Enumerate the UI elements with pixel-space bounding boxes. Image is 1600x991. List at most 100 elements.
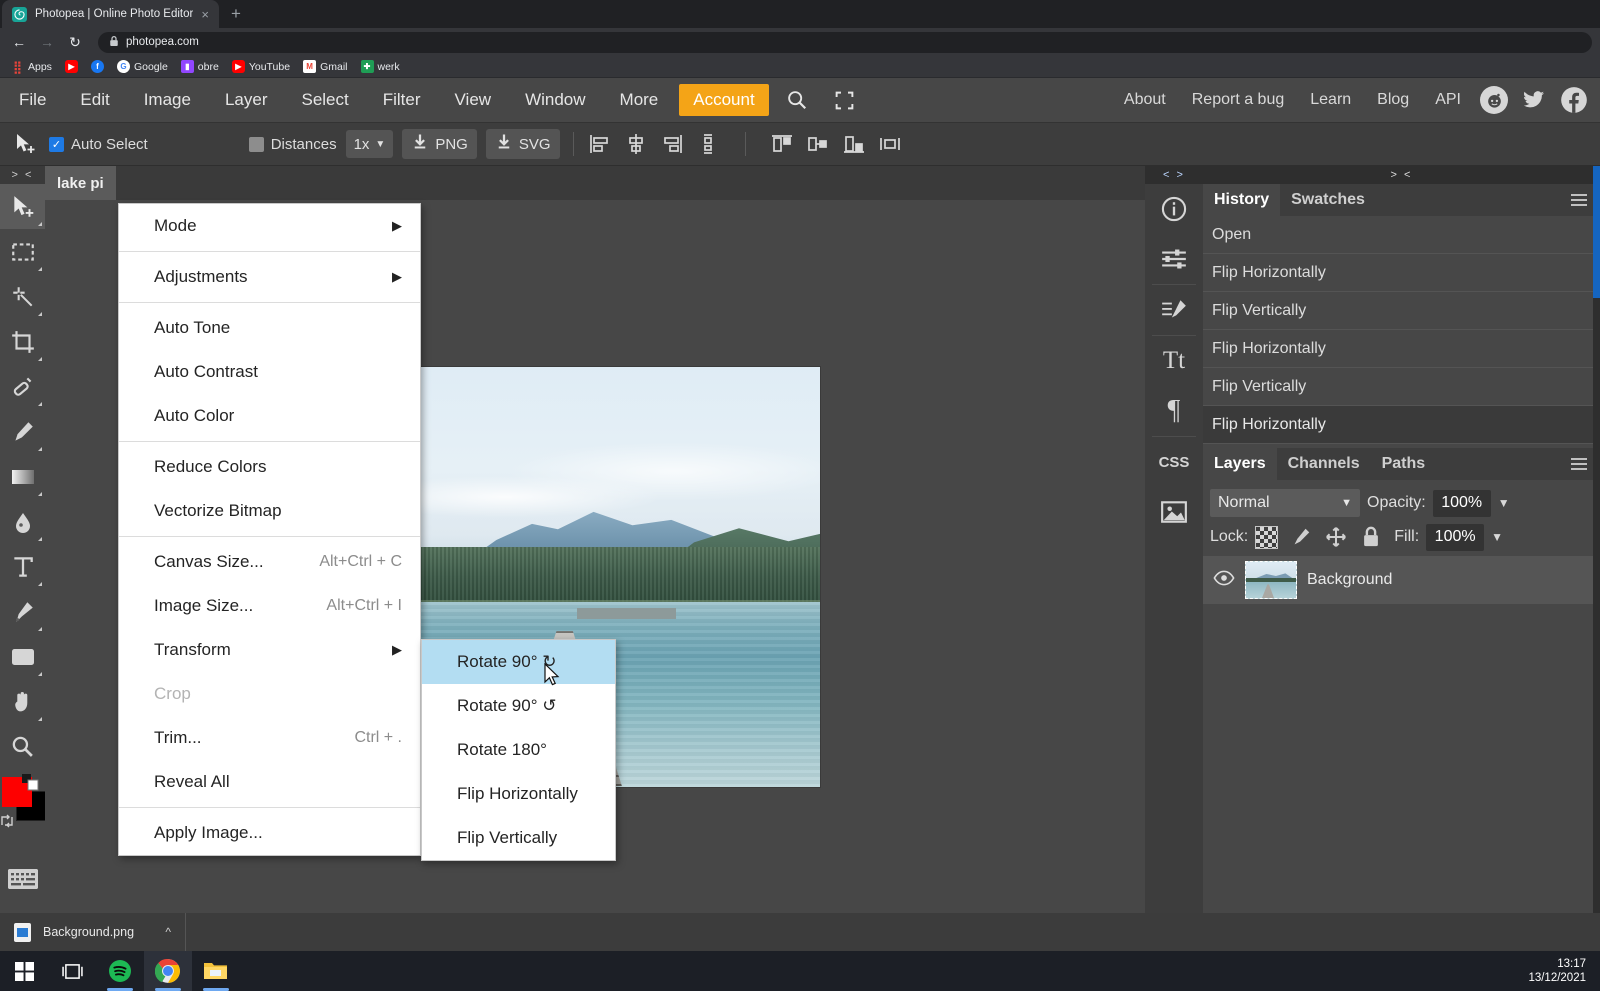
- tab-swatches[interactable]: Swatches: [1280, 184, 1376, 216]
- chevron-up-icon[interactable]: ^: [165, 925, 171, 939]
- opacity-dropdown-icon[interactable]: ▼: [1498, 496, 1510, 510]
- back-icon[interactable]: ←: [8, 31, 30, 53]
- address-bar[interactable]: photopea.com: [98, 32, 1592, 53]
- zoom-level-select[interactable]: 1x ▼: [346, 130, 394, 158]
- menu-filter[interactable]: Filter: [366, 78, 438, 122]
- menu-select[interactable]: Select: [284, 78, 365, 122]
- menu-about[interactable]: About: [1111, 78, 1179, 122]
- history-item[interactable]: Flip Vertically: [1203, 368, 1600, 406]
- twitter-icon[interactable]: [1520, 86, 1548, 114]
- keyboard-shortcuts-icon[interactable]: [8, 869, 38, 889]
- menu-edit[interactable]: Edit: [63, 78, 126, 122]
- tools-collapse-button[interactable]: > <: [0, 166, 45, 184]
- bookmark-gmail[interactable]: M Gmail: [298, 59, 352, 74]
- menu-item-mode[interactable]: Mode ▶: [119, 204, 420, 248]
- zoom-tool[interactable]: [0, 724, 45, 769]
- lock-all-icon[interactable]: [1358, 525, 1383, 550]
- new-tab-button[interactable]: +: [219, 0, 253, 28]
- menu-item-flip-vertically[interactable]: Flip Vertically: [422, 816, 615, 860]
- document-tab[interactable]: lake pi: [45, 166, 116, 200]
- tab-channels[interactable]: Channels: [1277, 448, 1371, 480]
- fullscreen-icon[interactable]: [821, 78, 868, 122]
- spotify-app[interactable]: [96, 951, 144, 991]
- lock-move-icon[interactable]: [1323, 525, 1348, 550]
- bookmark-werk[interactable]: ✚ werk: [356, 59, 405, 74]
- file-explorer-app[interactable]: [192, 951, 240, 991]
- menu-item-apply-image[interactable]: Apply Image...: [119, 811, 420, 855]
- menu-item-auto-color[interactable]: Auto Color: [119, 394, 420, 438]
- pen-tool[interactable]: [0, 589, 45, 634]
- facebook-icon[interactable]: [1560, 86, 1588, 114]
- bookmark-youtube-2[interactable]: ▶ YouTube: [227, 59, 295, 74]
- align-middle-v-icon[interactable]: [695, 131, 722, 158]
- task-view-button[interactable]: [48, 951, 96, 991]
- tab-history[interactable]: History: [1203, 184, 1280, 216]
- forward-icon[interactable]: →: [36, 31, 58, 53]
- menu-blog[interactable]: Blog: [1364, 78, 1422, 122]
- paragraph-icon[interactable]: ¶: [1145, 386, 1203, 436]
- menu-item-adjustments[interactable]: Adjustments ▶: [119, 255, 420, 299]
- menu-item-rotate-180[interactable]: Rotate 180°: [422, 728, 615, 772]
- distribute-bottom-icon[interactable]: [841, 131, 868, 158]
- reload-icon[interactable]: ↻: [64, 31, 86, 53]
- css-icon[interactable]: CSS: [1145, 437, 1203, 487]
- menu-layer[interactable]: Layer: [208, 78, 285, 122]
- menu-learn[interactable]: Learn: [1297, 78, 1364, 122]
- menu-item-rotate-90-ccw[interactable]: Rotate 90° ↺: [422, 684, 615, 728]
- align-center-h-icon[interactable]: [623, 131, 650, 158]
- download-item[interactable]: Background.png ^: [0, 913, 186, 951]
- export-png-button[interactable]: PNG: [402, 129, 477, 159]
- menu-item-flip-horizontally[interactable]: Flip Horizontally: [422, 772, 615, 816]
- character-icon[interactable]: Tt: [1145, 336, 1203, 386]
- bookmark-apps[interactable]: ⣿ Apps: [6, 59, 57, 74]
- menu-window[interactable]: Window: [508, 78, 602, 122]
- close-icon[interactable]: ×: [201, 7, 209, 22]
- align-left-icon[interactable]: [587, 131, 614, 158]
- adjustments-sliders-icon[interactable]: [1145, 234, 1203, 284]
- rect-select-tool[interactable]: [0, 229, 45, 274]
- blur-tool[interactable]: [0, 499, 45, 544]
- history-item-current[interactable]: Flip Horizontally: [1203, 406, 1600, 444]
- layer-thumbnail[interactable]: [1245, 561, 1297, 599]
- distribute-top-icon[interactable]: [769, 131, 796, 158]
- brush-tool[interactable]: [0, 409, 45, 454]
- brush-settings-icon[interactable]: [1145, 285, 1203, 335]
- history-item[interactable]: Flip Horizontally: [1203, 330, 1600, 368]
- gradient-tool[interactable]: [0, 454, 45, 499]
- panels-collapse-button[interactable]: < >: [1145, 166, 1203, 184]
- chrome-app[interactable]: [144, 951, 192, 991]
- export-svg-button[interactable]: SVG: [486, 129, 560, 159]
- menu-item-auto-tone[interactable]: Auto Tone: [119, 306, 420, 350]
- opacity-value[interactable]: 100%: [1433, 490, 1491, 517]
- menu-item-canvas-size[interactable]: Canvas Size... Alt+Ctrl + C: [119, 540, 420, 584]
- browser-tab[interactable]: Photopea | Online Photo Editor ×: [2, 0, 219, 28]
- lock-paint-icon[interactable]: [1288, 525, 1313, 550]
- menu-more[interactable]: More: [603, 78, 676, 122]
- distribute-h-icon[interactable]: [877, 131, 904, 158]
- search-icon[interactable]: [773, 78, 821, 122]
- menu-file[interactable]: File: [2, 78, 63, 122]
- move-tool-icon[interactable]: [10, 129, 40, 159]
- blend-mode-select[interactable]: Normal ▼: [1210, 489, 1360, 517]
- bookmark-google[interactable]: G Google: [112, 59, 173, 74]
- scrollbar-thumb[interactable]: [1593, 166, 1600, 298]
- lock-transparency-icon[interactable]: [1255, 526, 1278, 549]
- align-right-icon[interactable]: [659, 131, 686, 158]
- menu-view[interactable]: View: [438, 78, 509, 122]
- layer-row-background[interactable]: Background: [1203, 556, 1600, 604]
- layer-name[interactable]: Background: [1307, 571, 1392, 589]
- eyedropper-tool[interactable]: [0, 364, 45, 409]
- color-swatches[interactable]: [0, 773, 45, 835]
- account-button[interactable]: Account: [679, 84, 768, 116]
- bookmark-obre[interactable]: ▮ obre: [176, 59, 224, 74]
- layer-visibility-eye-icon[interactable]: [1213, 570, 1235, 591]
- menu-item-reduce-colors[interactable]: Reduce Colors: [119, 445, 420, 489]
- tab-layers[interactable]: Layers: [1203, 448, 1277, 480]
- hand-tool[interactable]: [0, 679, 45, 724]
- menu-item-reveal-all[interactable]: Reveal All: [119, 760, 420, 804]
- auto-select-checkbox[interactable]: ✓ Auto Select: [49, 136, 148, 153]
- fill-value[interactable]: 100%: [1426, 524, 1484, 551]
- page-scrollbar[interactable]: [1593, 166, 1600, 991]
- start-button[interactable]: [0, 951, 48, 991]
- menu-item-transform[interactable]: Transform ▶: [119, 628, 420, 672]
